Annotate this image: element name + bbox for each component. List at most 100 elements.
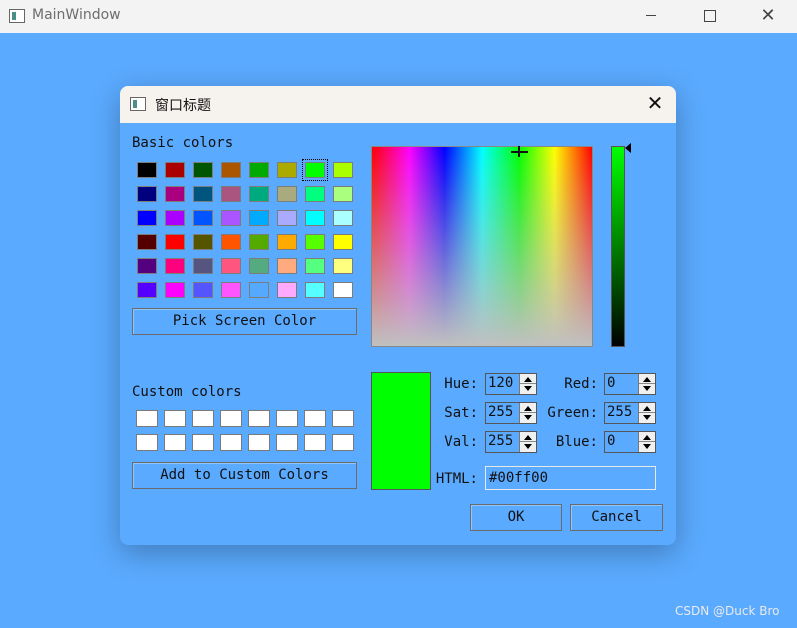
arrow-up-icon[interactable] [643, 406, 651, 411]
basic-color-swatch[interactable] [249, 234, 269, 250]
basic-color-swatch[interactable] [137, 234, 157, 250]
basic-color-swatch[interactable] [165, 186, 185, 202]
basic-color-swatch[interactable] [193, 210, 213, 226]
basic-color-swatch[interactable] [193, 186, 213, 202]
spin-arrows[interactable] [638, 403, 655, 423]
sat-spinbox[interactable]: 255 [485, 402, 537, 424]
spin-arrows[interactable] [638, 432, 655, 452]
basic-color-swatch[interactable] [333, 186, 353, 202]
spin-arrows[interactable] [519, 374, 536, 394]
custom-color-swatch[interactable] [332, 434, 354, 451]
basic-color-swatch[interactable] [277, 162, 297, 178]
arrow-up-icon[interactable] [643, 435, 651, 440]
arrow-up-icon[interactable] [524, 435, 532, 440]
cancel-button[interactable]: Cancel [570, 504, 663, 531]
basic-color-swatch[interactable] [193, 282, 213, 298]
basic-color-swatch[interactable] [221, 282, 241, 298]
basic-color-swatch[interactable] [137, 186, 157, 202]
basic-color-swatch[interactable] [333, 282, 353, 298]
custom-color-swatch[interactable] [164, 434, 186, 451]
custom-color-swatch[interactable] [164, 410, 186, 427]
basic-color-swatch[interactable] [305, 210, 325, 226]
add-to-custom-colors-button[interactable]: Add to Custom Colors [132, 462, 357, 489]
basic-color-swatch[interactable] [165, 162, 185, 178]
custom-color-swatch[interactable] [192, 434, 214, 451]
spin-arrows[interactable] [519, 432, 536, 452]
basic-color-swatch[interactable] [277, 210, 297, 226]
pick-screen-color-button[interactable]: Pick Screen Color [132, 308, 357, 335]
basic-color-swatch[interactable] [305, 258, 325, 274]
spin-arrows[interactable] [519, 403, 536, 423]
arrow-down-icon[interactable] [524, 415, 532, 420]
custom-color-swatch[interactable] [276, 434, 298, 451]
basic-color-swatch[interactable] [137, 258, 157, 274]
basic-color-swatch[interactable] [165, 282, 185, 298]
basic-color-swatch[interactable] [221, 162, 241, 178]
arrow-down-icon[interactable] [643, 415, 651, 420]
basic-color-swatch[interactable] [137, 162, 157, 178]
basic-color-swatch[interactable] [221, 186, 241, 202]
red-spinbox[interactable]: 0 [604, 373, 656, 395]
custom-color-swatch[interactable] [136, 410, 158, 427]
custom-color-swatch[interactable] [304, 410, 326, 427]
minimize-button[interactable] [629, 0, 675, 33]
basic-color-swatch[interactable] [305, 234, 325, 250]
val-spinbox[interactable]: 255 [485, 431, 537, 453]
custom-color-swatch[interactable] [248, 434, 270, 451]
basic-color-swatch[interactable] [249, 282, 269, 298]
custom-color-swatch[interactable] [276, 410, 298, 427]
ok-button[interactable]: OK [470, 504, 562, 531]
basic-color-swatch[interactable] [305, 186, 325, 202]
basic-color-swatch[interactable] [137, 210, 157, 226]
hue-spinbox[interactable]: 120 [485, 373, 537, 395]
basic-color-swatch[interactable] [165, 234, 185, 250]
arrow-down-icon[interactable] [643, 386, 651, 391]
basic-color-swatch[interactable] [193, 162, 213, 178]
basic-color-swatch[interactable] [333, 258, 353, 274]
maximize-button[interactable] [686, 0, 732, 33]
basic-color-swatch[interactable] [221, 234, 241, 250]
arrow-up-icon[interactable] [524, 377, 532, 382]
basic-color-swatch[interactable] [221, 258, 241, 274]
slider-arrow-icon[interactable] [625, 143, 631, 153]
custom-color-swatch[interactable] [304, 434, 326, 451]
basic-color-swatch[interactable] [249, 210, 269, 226]
spin-arrows[interactable] [638, 374, 655, 394]
html-color-input[interactable] [485, 466, 656, 490]
basic-color-swatch[interactable] [302, 159, 328, 181]
basic-color-swatch[interactable] [249, 186, 269, 202]
custom-color-swatch[interactable] [248, 410, 270, 427]
arrow-down-icon[interactable] [643, 444, 651, 449]
close-window-button[interactable]: ✕ [745, 0, 791, 33]
green-spinbox[interactable]: 255 [604, 402, 656, 424]
dialog-close-button[interactable]: ✕ [640, 90, 670, 120]
basic-color-swatch[interactable] [277, 186, 297, 202]
basic-color-swatch[interactable] [165, 210, 185, 226]
basic-color-swatch[interactable] [277, 234, 297, 250]
blue-spinbox[interactable]: 0 [604, 431, 656, 453]
basic-color-swatch[interactable] [277, 282, 297, 298]
basic-color-swatch[interactable] [165, 258, 185, 274]
arrow-up-icon[interactable] [643, 377, 651, 382]
custom-color-swatch[interactable] [136, 434, 158, 451]
basic-color-swatch[interactable] [137, 282, 157, 298]
basic-color-swatch[interactable] [249, 162, 269, 178]
value-slider[interactable] [611, 146, 625, 347]
arrow-down-icon[interactable] [524, 444, 532, 449]
basic-color-swatch[interactable] [305, 282, 325, 298]
custom-color-swatch[interactable] [332, 410, 354, 427]
basic-color-swatch[interactable] [249, 258, 269, 274]
basic-color-swatch[interactable] [277, 258, 297, 274]
basic-color-swatch[interactable] [221, 210, 241, 226]
custom-color-swatch[interactable] [220, 410, 242, 427]
color-spectrum[interactable] [371, 146, 593, 347]
basic-color-swatch[interactable] [193, 234, 213, 250]
basic-color-swatch[interactable] [193, 258, 213, 274]
basic-color-swatch[interactable] [333, 234, 353, 250]
custom-color-swatch[interactable] [192, 410, 214, 427]
arrow-up-icon[interactable] [524, 406, 532, 411]
custom-color-swatch[interactable] [220, 434, 242, 451]
basic-color-swatch[interactable] [333, 210, 353, 226]
basic-color-swatch[interactable] [333, 162, 353, 178]
arrow-down-icon[interactable] [524, 386, 532, 391]
